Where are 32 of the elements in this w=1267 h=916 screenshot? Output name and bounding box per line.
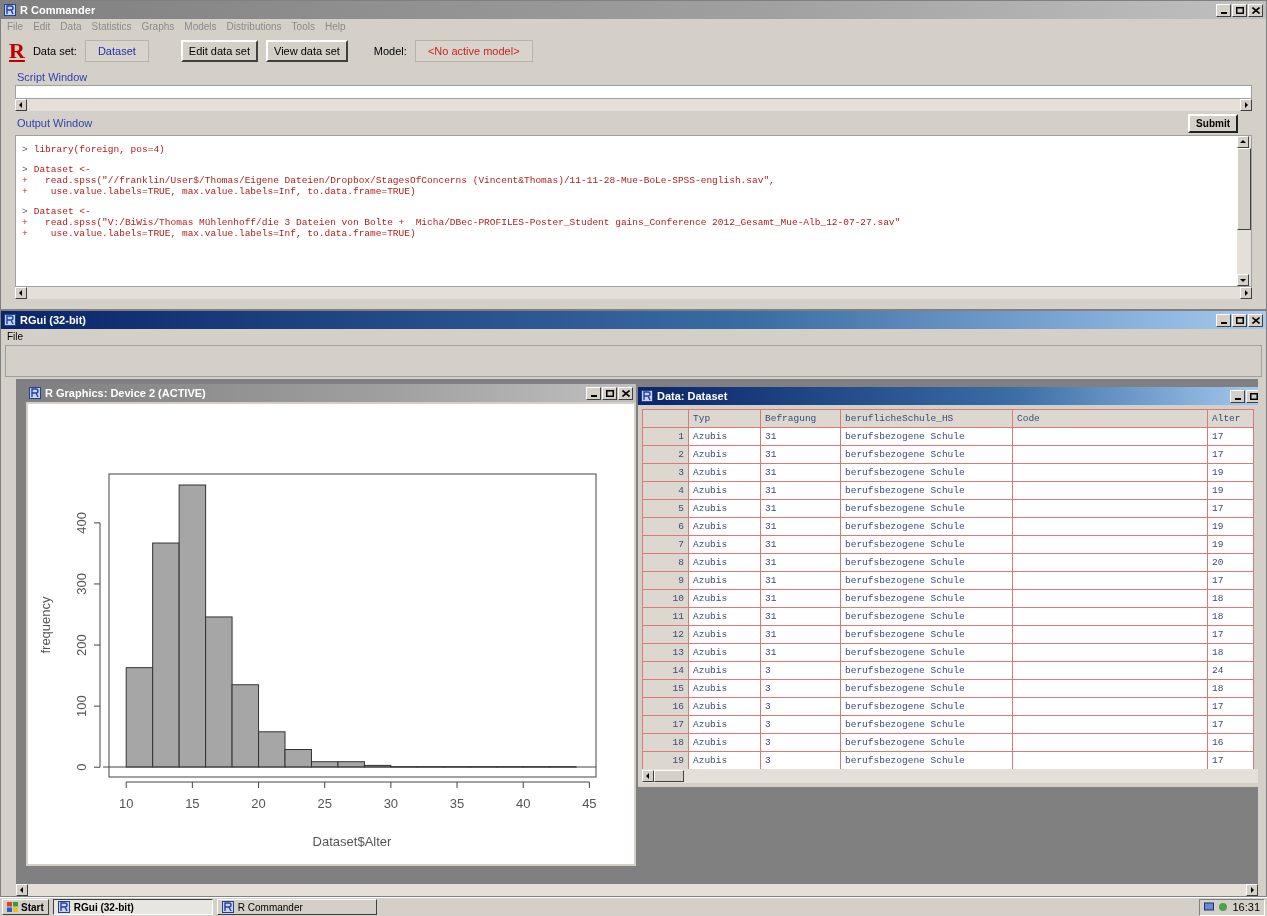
- x-axis-title: Dataset$Alter: [312, 834, 392, 849]
- output-line: + use.value.labels=TRUE, max.value.labels=Inf, to.data.frame=TRUE): [22, 186, 417, 197]
- model-label: Model:: [373, 45, 407, 57]
- output-line: > Dataset <-: [22, 164, 92, 175]
- axis-tick-label: 25: [317, 796, 332, 811]
- clock: 16:31: [1232, 901, 1260, 913]
- axis-tick-label: 10: [118, 796, 134, 811]
- axis-tick-label: 30: [383, 796, 399, 811]
- axis-tick-label: 200: [74, 634, 89, 656]
- axis-tick-label: 20: [251, 796, 266, 811]
- window-title: Data: Dataset: [657, 390, 729, 402]
- section-label: Output Window: [16, 116, 94, 131]
- axis-tick-label: 45: [582, 796, 597, 811]
- dataset-label: Data set:: [32, 45, 77, 57]
- y-axis-title: frequency: [38, 596, 53, 654]
- axis-tick-label: 40: [516, 796, 531, 811]
- window-title: R Graphics: Device 2 (ACTIVE): [45, 387, 207, 399]
- axis-tick-label: 0: [74, 763, 89, 771]
- window-title: RGui (32-bit): [20, 314, 87, 326]
- axis-tick-label: 300: [74, 573, 89, 595]
- output-line: > Dataset <-: [22, 206, 92, 217]
- rcmdr-logo: R: [9, 38, 25, 64]
- axis-tick-label: 35: [449, 796, 465, 811]
- output-line: > library(foreign, pos=4): [22, 144, 166, 155]
- axis-tick-label: 400: [74, 512, 89, 534]
- axis-tick-label: 100: [74, 695, 89, 717]
- window-title: R Commander: [20, 4, 97, 16]
- output-line: + use.value.labels=TRUE, max.value.labels=Inf, to.data.frame=TRUE): [22, 228, 417, 239]
- section-label: Script Window: [16, 70, 89, 85]
- output-line: + read.spss("//franklin/User$/Thomas/Eigene Dateien/Dropbox/StagesOfConcerns (Vincent&Thomas)/11-11-28-Mue-BoLe-SPSS-english.sav",: [22, 175, 776, 186]
- output-line: + read.spss("V:/BiWis/Thomas Mühlenhoff/die 3 Dateien von Bolte + Micha/DBec-PROFILES-Poster_Student gains_Conference 2012_Gesamt_Mue-Alb_12-07-27.sav": [22, 217, 902, 228]
- axis-tick-label: 15: [185, 796, 200, 811]
